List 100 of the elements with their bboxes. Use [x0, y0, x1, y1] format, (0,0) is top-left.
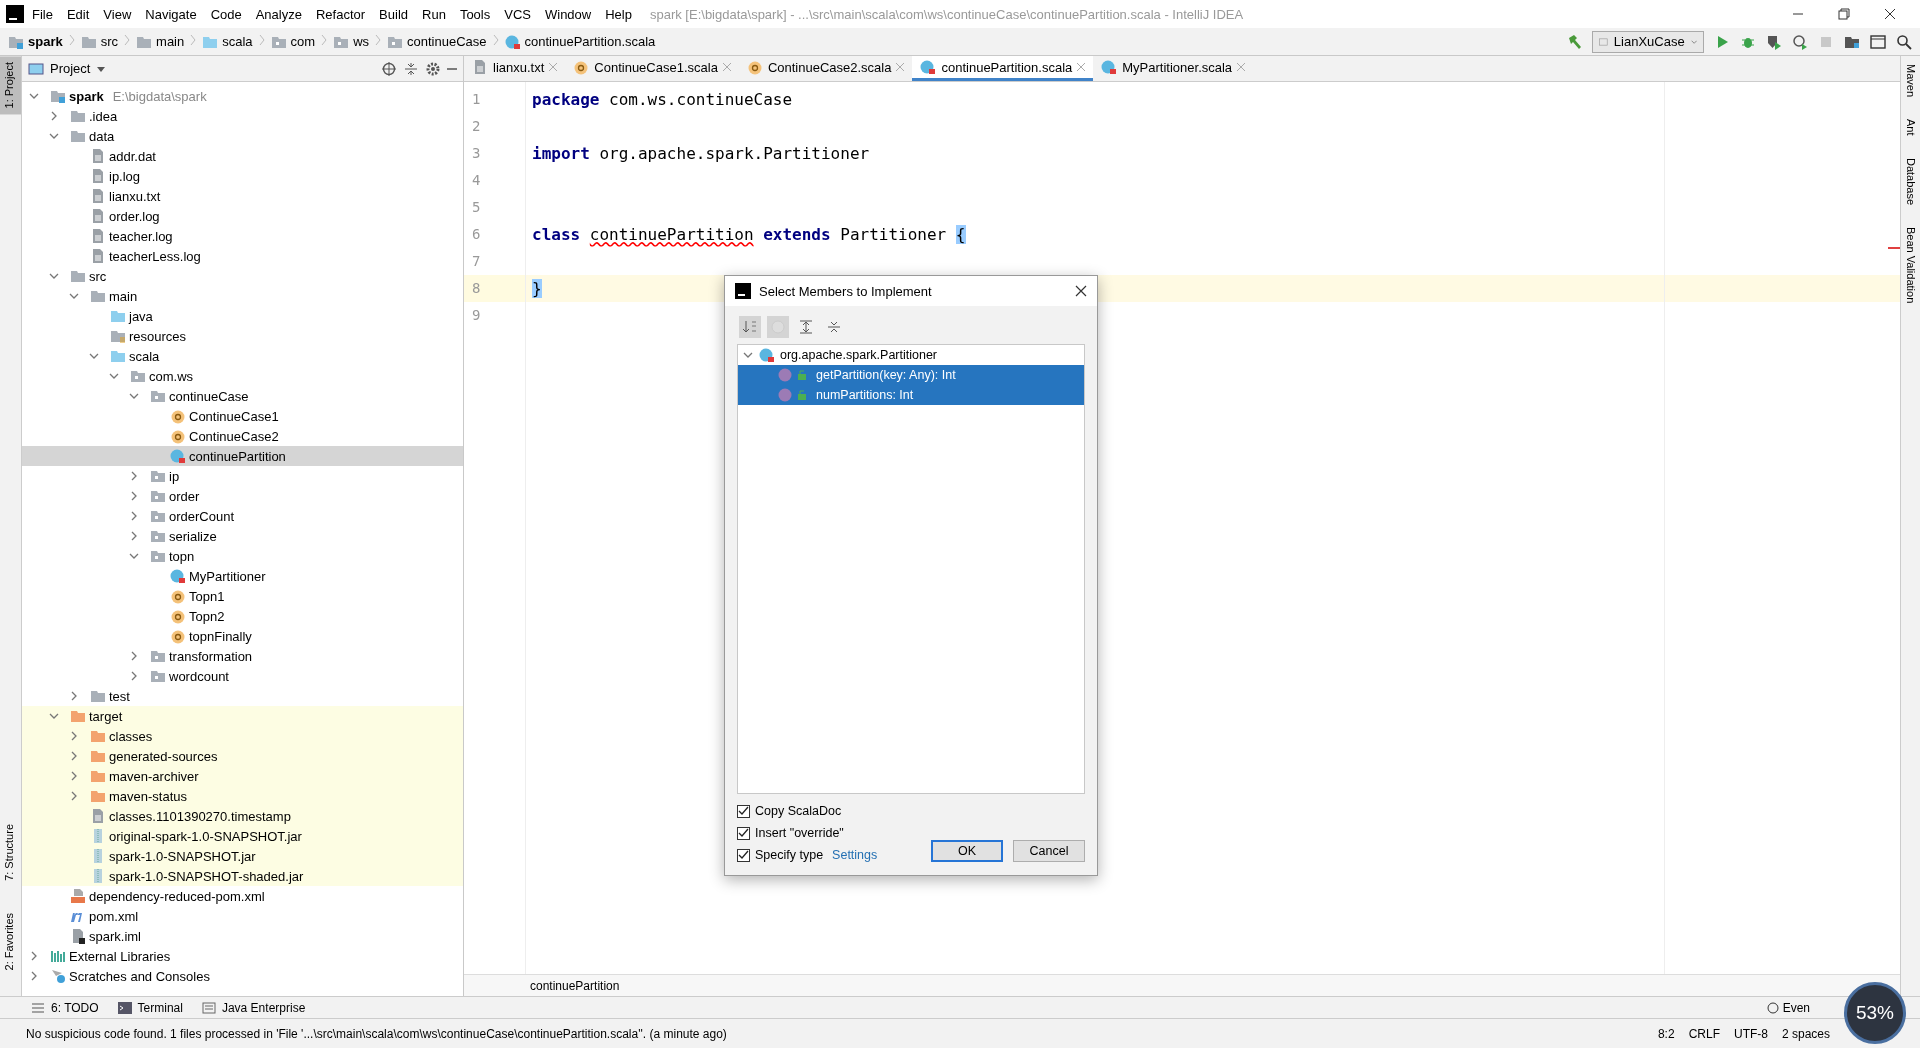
- tree-item[interactable]: org.apache.spark.Partitioner: [738, 345, 1084, 365]
- menu-item[interactable]: Code: [204, 6, 248, 22]
- tree-item[interactable]: classes: [22, 726, 463, 746]
- tree-item[interactable]: target: [22, 706, 463, 726]
- breadcrumb-item[interactable]: main: [136, 33, 185, 50]
- tree-item[interactable]: MyPartitioner: [22, 566, 463, 586]
- tree-item[interactable]: pom.xml: [22, 906, 463, 926]
- tree-item[interactable]: resources: [22, 326, 463, 346]
- editor-breadcrumb[interactable]: continuePartition: [530, 978, 620, 993]
- tree-item[interactable]: continueCase: [22, 386, 463, 406]
- tree-item[interactable]: orderCount: [22, 506, 463, 526]
- status-item[interactable]: CRLF: [1688, 1026, 1720, 1041]
- tool-window-tab[interactable]: Bean Validation: [1904, 226, 1917, 303]
- minimize-icon: [447, 67, 457, 70]
- tree-item[interactable]: Topn2: [22, 606, 463, 626]
- menu-item[interactable]: VCS: [498, 6, 537, 22]
- tree-item[interactable]: addr.dat: [22, 146, 463, 166]
- tree-item[interactable]: Scratches and Consoles: [22, 966, 463, 986]
- tree-item[interactable]: dependency-reduced-pom.xml: [22, 886, 463, 906]
- member-item[interactable]: numPartitions: Int: [738, 385, 1084, 405]
- breadcrumb-item[interactable]: src: [80, 33, 119, 50]
- close-icon[interactable]: [1077, 63, 1086, 71]
- member-item[interactable]: getPartition(key: Any): Int: [738, 365, 1084, 385]
- tree-item[interactable]: transformation: [22, 646, 463, 666]
- settings-link[interactable]: Settings: [832, 848, 878, 862]
- tree-item[interactable]: topnFinally: [22, 626, 463, 646]
- menu-item[interactable]: Tools: [453, 6, 497, 22]
- editor-tab[interactable]: continuePartition.scala: [912, 56, 1094, 81]
- checkbox[interactable]: [737, 848, 750, 862]
- tree-item[interactable]: ip.log: [22, 166, 463, 186]
- tree-item[interactable]: teacherLess.log: [22, 246, 463, 266]
- tool-window-tab[interactable]: 6: TODO: [30, 999, 99, 1016]
- tree-item[interactable]: java: [22, 306, 463, 326]
- tree-item[interactable]: classes.1101390270.timestamp: [22, 806, 463, 826]
- tool-window-tab[interactable]: Database: [1904, 157, 1917, 205]
- tree-item[interactable]: main: [22, 286, 463, 306]
- tool-window-tab[interactable]: Maven: [1904, 64, 1917, 98]
- tree-item[interactable]: maven-status: [22, 786, 463, 806]
- tree-item[interactable]: com.ws: [22, 366, 463, 386]
- editor-tab[interactable]: lianxu.txt: [464, 56, 566, 81]
- menu-item[interactable]: Analyze: [249, 6, 308, 22]
- editor-tab[interactable]: ContinueCase1.scala: [565, 56, 739, 81]
- tree-item[interactable]: original-spark-1.0-SNAPSHOT.jar: [22, 826, 463, 846]
- cancel-button[interactable]: Cancel: [1013, 840, 1085, 862]
- menu-item[interactable]: Window: [538, 6, 598, 22]
- tool-window-tab[interactable]: Java Enterprise: [200, 999, 306, 1016]
- tree-item[interactable]: serialize: [22, 526, 463, 546]
- tree-item[interactable]: ContinueCase2: [22, 426, 463, 446]
- breadcrumb-item[interactable]: ws: [333, 33, 370, 50]
- tree-item[interactable]: order: [22, 486, 463, 506]
- tree-item[interactable]: External Libraries: [22, 946, 463, 966]
- editor-tab[interactable]: MyPartitioner.scala: [1093, 56, 1254, 81]
- tree-item[interactable]: .idea: [22, 106, 463, 126]
- tool-window-tab[interactable]: 2: Favorites: [0, 906, 21, 976]
- tool-window-tab[interactable]: 7: Structure: [0, 817, 21, 887]
- menu-item[interactable]: Navigate: [139, 6, 203, 22]
- status-item[interactable]: 8:2: [1657, 1026, 1675, 1041]
- tree-item[interactable]: spark.iml: [22, 926, 463, 946]
- tree-item[interactable]: topn: [22, 546, 463, 566]
- tree-item[interactable]: maven-archiver: [22, 766, 463, 786]
- editor-tab[interactable]: ContinueCase2.scala: [738, 56, 913, 81]
- breadcrumb-item[interactable]: spark: [8, 33, 63, 50]
- status-item[interactable]: 2 spaces: [1781, 1026, 1830, 1041]
- tree-item[interactable]: continuePartition: [22, 446, 463, 466]
- tool-window-tab[interactable]: 1: Project: [0, 56, 21, 115]
- breadcrumb-item[interactable]: continueCase: [387, 33, 487, 50]
- tree-item[interactable]: generated-sources: [22, 746, 463, 766]
- tree-item[interactable]: data: [22, 126, 463, 146]
- tree-item[interactable]: scala: [22, 346, 463, 366]
- tree-item[interactable]: order.log: [22, 206, 463, 226]
- tool-window-tab[interactable]: Ant: [1904, 119, 1917, 136]
- tree-item[interactable]: ip: [22, 466, 463, 486]
- tree-item[interactable]: spark E:\bigdata\spark: [22, 86, 463, 106]
- run-configuration-dropdown[interactable]: LianXuCase: [1592, 30, 1704, 53]
- menu-item[interactable]: Build: [373, 6, 414, 22]
- tree-item[interactable]: spark-1.0-SNAPSHOT-shaded.jar: [22, 866, 463, 886]
- menu-item[interactable]: Refactor: [309, 6, 372, 22]
- tree-item[interactable]: src: [22, 266, 463, 286]
- tool-window-tab[interactable]: Even: [1766, 1000, 1810, 1015]
- breadcrumb-item[interactable]: com: [270, 33, 316, 50]
- status-item[interactable]: UTF-8: [1733, 1026, 1768, 1041]
- tree-item[interactable]: teacher.log: [22, 226, 463, 246]
- menu-item[interactable]: Help: [599, 6, 638, 22]
- checkbox[interactable]: [737, 804, 750, 818]
- tree-item[interactable]: spark-1.0-SNAPSHOT.jar: [22, 846, 463, 866]
- tree-item[interactable]: lianxu.txt: [22, 186, 463, 206]
- panel-title[interactable]: Project: [50, 61, 91, 76]
- tool-window-tab[interactable]: Terminal: [116, 999, 183, 1016]
- breadcrumb-item[interactable]: continuePartition.scala: [504, 33, 656, 50]
- menu-item[interactable]: Run: [416, 6, 452, 22]
- ok-button[interactable]: OK: [931, 840, 1003, 862]
- menu-item[interactable]: Edit: [60, 6, 96, 22]
- tree-item[interactable]: ContinueCase1: [22, 406, 463, 426]
- tree-item[interactable]: Topn1: [22, 586, 463, 606]
- checkbox[interactable]: [737, 826, 750, 840]
- tree-item[interactable]: wordcount: [22, 666, 463, 686]
- menu-item[interactable]: View: [97, 6, 138, 22]
- tree-item[interactable]: test: [22, 686, 463, 706]
- breadcrumb-item[interactable]: scala: [202, 33, 253, 50]
- menu-item[interactable]: File: [26, 6, 59, 22]
